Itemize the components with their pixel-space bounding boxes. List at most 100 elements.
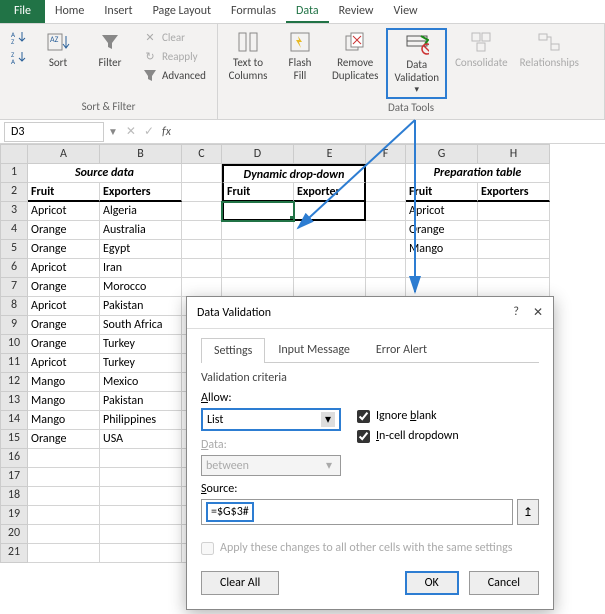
cell[interactable] xyxy=(222,259,294,278)
row-header[interactable]: 5 xyxy=(0,240,28,259)
row-header[interactable]: 18 xyxy=(0,487,28,506)
col-header[interactable]: H xyxy=(478,144,550,164)
cell[interactable] xyxy=(366,240,406,259)
remove-duplicates-button[interactable]: Remove Duplicates xyxy=(328,28,382,84)
dialog-tab-input-message[interactable]: Input Message xyxy=(265,337,363,362)
advanced-button[interactable]: Advanced xyxy=(138,66,210,84)
cell[interactable]: Apricot xyxy=(406,202,478,221)
row-header[interactable]: 2 xyxy=(0,183,28,202)
cell[interactable] xyxy=(294,259,366,278)
row-header[interactable]: 14 xyxy=(0,411,28,430)
allow-select[interactable]: List▾ xyxy=(201,408,341,431)
tab-file[interactable]: File xyxy=(0,0,45,23)
row-header[interactable]: 16 xyxy=(0,449,28,468)
tab-data[interactable]: Data xyxy=(286,0,329,23)
tab-review[interactable]: Review xyxy=(329,0,384,23)
cell[interactable] xyxy=(366,221,406,240)
cell[interactable]: Apricot xyxy=(28,202,100,221)
cell[interactable]: Dynamic drop-down xyxy=(222,164,366,183)
cell[interactable] xyxy=(100,544,182,563)
cell[interactable]: Algeria xyxy=(100,202,182,221)
row-header[interactable]: 10 xyxy=(0,335,28,354)
cell[interactable]: Exporters xyxy=(478,183,550,202)
relationships-button[interactable]: Relationships xyxy=(516,28,583,71)
dialog-help-button[interactable]: ? xyxy=(513,305,519,320)
cell[interactable] xyxy=(478,240,550,259)
cell[interactable] xyxy=(182,259,222,278)
row-header[interactable]: 11 xyxy=(0,354,28,373)
dialog-tab-error-alert[interactable]: Error Alert xyxy=(363,337,440,362)
cell[interactable]: Fruit xyxy=(406,183,478,202)
col-header[interactable]: D xyxy=(222,144,294,164)
cell[interactable] xyxy=(294,202,366,221)
clear-all-button[interactable]: Clear All xyxy=(201,571,279,595)
row-header[interactable]: 17 xyxy=(0,468,28,487)
cell[interactable] xyxy=(182,240,222,259)
cell[interactable] xyxy=(182,202,222,221)
cell[interactable]: Orange xyxy=(28,335,100,354)
row-header[interactable]: 6 xyxy=(0,259,28,278)
cell[interactable]: Orange xyxy=(28,316,100,335)
clear-button[interactable]: ✕Clear xyxy=(138,28,210,46)
cell[interactable] xyxy=(478,202,550,221)
row-header[interactable]: 9 xyxy=(0,316,28,335)
cell[interactable] xyxy=(366,202,406,221)
reapply-button[interactable]: ↻Reapply xyxy=(138,47,210,65)
cell[interactable] xyxy=(478,278,550,297)
cell[interactable]: Orange xyxy=(28,278,100,297)
dialog-tab-settings[interactable]: Settings xyxy=(201,338,265,363)
cell[interactable]: Apricot xyxy=(28,354,100,373)
sort-button[interactable]: AZSort xyxy=(34,28,82,71)
enter-formula-icon[interactable]: ✓ xyxy=(144,124,154,139)
tab-view[interactable]: View xyxy=(384,0,428,23)
cell[interactable]: Turkey xyxy=(100,354,182,373)
ok-button[interactable]: OK xyxy=(405,571,459,595)
cell[interactable]: Mango xyxy=(28,392,100,411)
cell[interactable]: Source data xyxy=(28,164,182,183)
row-header[interactable]: 1 xyxy=(0,164,28,183)
fx-icon[interactable]: fx xyxy=(162,125,171,139)
cell[interactable] xyxy=(100,449,182,468)
cell[interactable]: USA xyxy=(100,430,182,449)
source-input[interactable]: =$G$3# xyxy=(201,499,513,525)
cell[interactable] xyxy=(294,240,366,259)
cell[interactable]: Exporters xyxy=(100,183,182,202)
cell[interactable]: Egypt xyxy=(100,240,182,259)
flash-fill-button[interactable]: Flash Fill xyxy=(276,28,324,84)
cell[interactable] xyxy=(366,183,406,202)
tab-insert[interactable]: Insert xyxy=(94,0,142,23)
cell[interactable]: Pakistan xyxy=(100,392,182,411)
cell[interactable]: Fruit xyxy=(222,183,294,202)
col-header[interactable]: A xyxy=(28,144,100,164)
text-to-columns-button[interactable]: Text to Columns xyxy=(224,28,272,84)
data-validation-button[interactable]: Data Validation▾ xyxy=(386,28,447,99)
cell[interactable] xyxy=(28,544,100,563)
cancel-button[interactable]: Cancel xyxy=(469,571,539,595)
cell[interactable]: South Africa xyxy=(100,316,182,335)
col-header[interactable]: C xyxy=(182,144,222,164)
row-header[interactable]: 20 xyxy=(0,525,28,544)
filter-button[interactable]: Filter xyxy=(86,28,134,71)
cell[interactable]: Iran xyxy=(100,259,182,278)
cell[interactable] xyxy=(406,259,478,278)
name-box[interactable]: D3 xyxy=(4,122,104,142)
cell[interactable] xyxy=(366,164,406,183)
cell[interactable] xyxy=(100,468,182,487)
col-header[interactable]: B xyxy=(100,144,182,164)
dialog-close-button[interactable]: ✕ xyxy=(533,305,543,320)
cell[interactable] xyxy=(28,506,100,525)
cell[interactable]: Mango xyxy=(406,240,478,259)
cell[interactable] xyxy=(100,525,182,544)
row-header[interactable]: 13 xyxy=(0,392,28,411)
cell[interactable] xyxy=(182,221,222,240)
cell[interactable]: Mexico xyxy=(100,373,182,392)
range-selector-button[interactable]: ↥ xyxy=(517,499,539,525)
cell[interactable] xyxy=(222,202,294,221)
cell[interactable] xyxy=(182,278,222,297)
consolidate-button[interactable]: Consolidate xyxy=(451,28,512,71)
tab-page-layout[interactable]: Page Layout xyxy=(143,0,221,23)
select-all-corner[interactable] xyxy=(0,144,28,164)
cell[interactable]: Apricot xyxy=(28,259,100,278)
cell[interactable] xyxy=(28,468,100,487)
cell[interactable] xyxy=(294,221,366,240)
